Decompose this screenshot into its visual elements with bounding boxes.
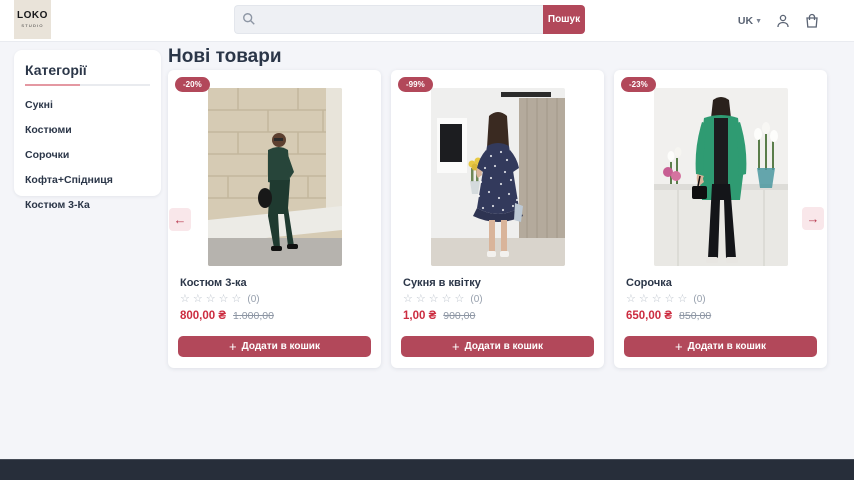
language-selector[interactable]: UK ▼ — [738, 15, 762, 27]
rating: ☆ ☆ ☆ ☆ ☆ (0) — [403, 294, 592, 305]
add-to-cart-label: Додати в кошик — [465, 341, 543, 352]
current-price: 1,00 ₴ — [403, 310, 436, 322]
price-row: 1,00 ₴ 900,00 — [403, 310, 592, 322]
carousel-prev-button[interactable]: ← — [169, 208, 191, 231]
product-title[interactable]: Костюм 3-ка — [180, 277, 369, 289]
discount-badge: -23% — [621, 77, 656, 92]
star-icon: ☆ — [626, 294, 636, 305]
product-card: -99% — [391, 70, 604, 368]
carousel-next-button[interactable]: → — [802, 207, 824, 230]
current-price: 650,00 ₴ — [626, 310, 672, 322]
plus-icon: + — [675, 340, 683, 353]
divider — [25, 84, 150, 86]
footer — [0, 459, 854, 480]
categories-panel: Категорії Сукні Костюми Сорочки Кофта+Сп… — [14, 50, 161, 196]
rating: ☆ ☆ ☆ ☆ ☆ (0) — [180, 294, 369, 305]
rating-count: (0) — [693, 294, 705, 305]
header: LOKO STUDIO Пошук UK ▼ — [0, 0, 854, 42]
discount-badge: -99% — [398, 77, 433, 92]
star-icon: ☆ — [429, 294, 439, 305]
plus-icon: + — [452, 340, 460, 353]
chevron-down-icon: ▼ — [755, 18, 762, 25]
star-icon: ☆ — [639, 294, 649, 305]
product-card: -23% — [614, 70, 827, 368]
star-icon: ☆ — [193, 294, 203, 305]
header-actions: UK ▼ — [738, 0, 820, 42]
old-price: 1.000,00 — [233, 310, 274, 322]
logo-subtitle: STUDIO — [21, 23, 43, 28]
star-icon: ☆ — [206, 294, 216, 305]
product-grid: -20% — [168, 70, 827, 368]
product-photo-suit[interactable] — [208, 88, 342, 266]
discount-badge: -20% — [175, 77, 210, 92]
language-label: UK — [738, 15, 753, 27]
sidebar-item-shirts[interactable]: Сорочки — [25, 149, 150, 161]
product-photo-shirt[interactable] — [654, 88, 788, 266]
add-to-cart-label: Додати в кошик — [242, 341, 320, 352]
search-button[interactable]: Пошук — [543, 5, 585, 34]
add-to-cart-button[interactable]: + Додати в кошик — [178, 336, 371, 357]
categories-title: Категорії — [25, 62, 150, 78]
arrow-left-icon: ← — [174, 213, 187, 226]
sidebar-item-dresses[interactable]: Сукні — [25, 99, 150, 111]
page-title: Нові товари — [168, 46, 282, 68]
logo-title: LOKO — [17, 11, 48, 21]
star-icon: ☆ — [442, 294, 452, 305]
search-bar: Пошук — [234, 5, 585, 34]
search-icon — [242, 12, 256, 26]
add-to-cart-button[interactable]: + Додати в кошик — [624, 336, 817, 357]
product-photo-dress[interactable] — [431, 88, 565, 266]
star-icon: ☆ — [403, 294, 413, 305]
rating-count: (0) — [470, 294, 482, 305]
current-price: 800,00 ₴ — [180, 310, 226, 322]
price-row: 650,00 ₴ 850,00 — [626, 310, 815, 322]
product-title[interactable]: Сукня в квітку — [403, 277, 592, 289]
star-icon: ☆ — [678, 294, 688, 305]
sidebar-item-suits[interactable]: Костюми — [25, 124, 150, 136]
star-icon: ☆ — [180, 294, 190, 305]
price-row: 800,00 ₴ 1.000,00 — [180, 310, 369, 322]
star-icon: ☆ — [232, 294, 242, 305]
account-icon[interactable] — [775, 13, 791, 29]
sidebar-item-suit-3piece[interactable]: Костюм 3-Ка — [25, 199, 150, 211]
star-icon: ☆ — [219, 294, 229, 305]
cart-icon[interactable] — [804, 13, 820, 29]
add-to-cart-button[interactable]: + Додати в кошик — [401, 336, 594, 357]
old-price: 900,00 — [443, 310, 475, 322]
plus-icon: + — [229, 340, 237, 353]
rating: ☆ ☆ ☆ ☆ ☆ (0) — [626, 294, 815, 305]
old-price: 850,00 — [679, 310, 711, 322]
search-input[interactable] — [234, 5, 543, 34]
product-title[interactable]: Сорочка — [626, 277, 815, 289]
add-to-cart-label: Додати в кошик — [688, 341, 766, 352]
sidebar-item-sweater-skirt[interactable]: Кофта+Спідниця — [25, 174, 150, 186]
product-card: -20% — [168, 70, 381, 368]
arrow-right-icon: → — [807, 212, 820, 225]
star-icon: ☆ — [416, 294, 426, 305]
star-icon: ☆ — [665, 294, 675, 305]
star-icon: ☆ — [455, 294, 465, 305]
rating-count: (0) — [247, 294, 259, 305]
star-icon: ☆ — [652, 294, 662, 305]
logo[interactable]: LOKO STUDIO — [14, 0, 51, 39]
